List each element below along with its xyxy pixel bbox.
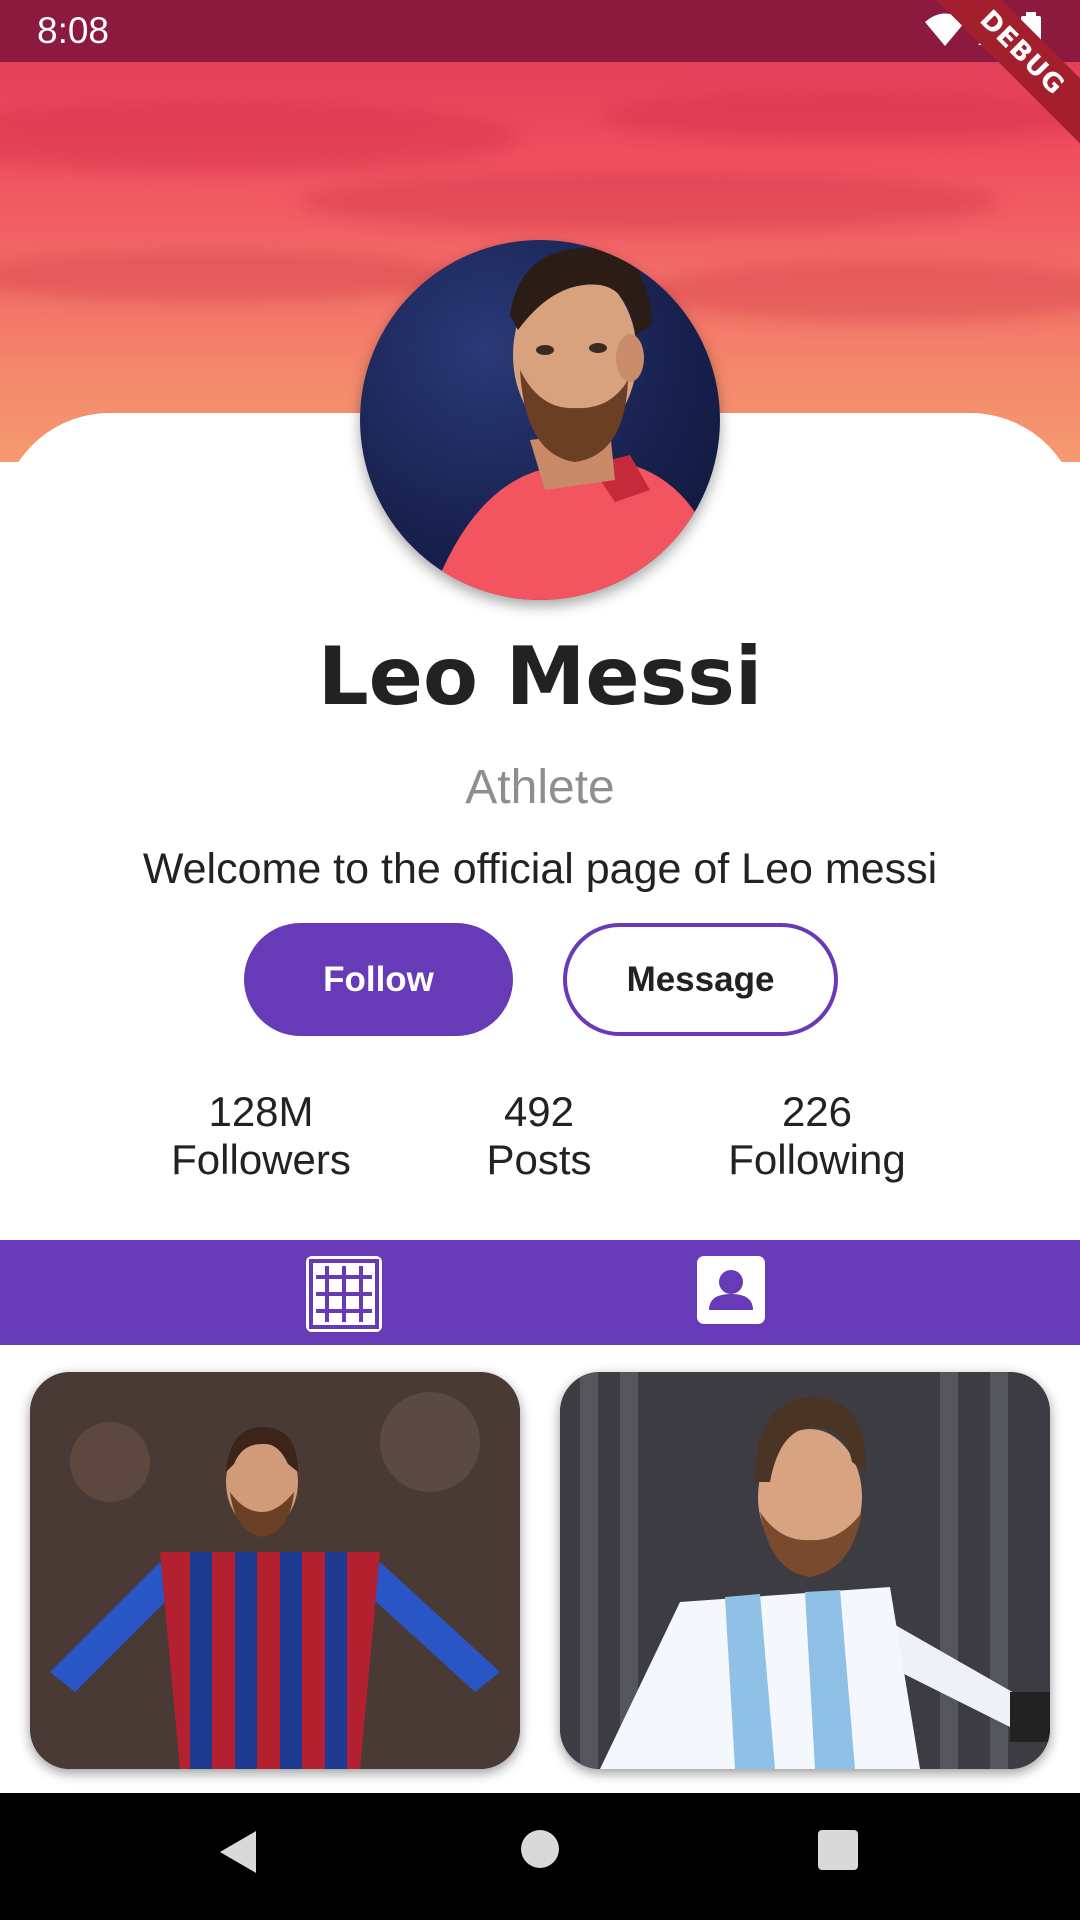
stat-label: Posts — [486, 1136, 592, 1183]
status-time: 8:08 — [37, 10, 110, 51]
grid-icon — [306, 1256, 382, 1332]
stat-value: 128M — [208, 1088, 314, 1135]
stat-posts[interactable]: 492 Posts — [409, 1088, 669, 1184]
recents-icon[interactable] — [817, 1829, 859, 1871]
stat-value: 226 — [781, 1088, 853, 1135]
status-bar: 8:08 — [0, 0, 1080, 62]
tab-bar — [0, 1240, 1080, 1345]
message-button[interactable]: Message — [563, 923, 838, 1036]
stat-value: 492 — [503, 1088, 575, 1135]
profile-bio: Welcome to the official page of Leo mess… — [142, 845, 938, 893]
system-nav-bar — [0, 1793, 1080, 1920]
photo-player-barcelona — [30, 1372, 520, 1769]
stat-label: Following — [728, 1136, 906, 1183]
home-icon[interactable] — [520, 1829, 560, 1869]
profile-role: Athlete — [465, 761, 615, 814]
post-photo[interactable] — [560, 1372, 1050, 1769]
avatar-portrait — [430, 247, 720, 600]
tab-contact[interactable] — [695, 1254, 775, 1334]
stat-label: Followers — [171, 1136, 351, 1183]
photo-player-argentina — [560, 1372, 1050, 1769]
back-icon[interactable] — [218, 1829, 258, 1875]
tab-grid[interactable] — [304, 1254, 384, 1334]
follow-button[interactable]: Follow — [244, 923, 513, 1036]
stat-followers[interactable]: 128M Followers — [131, 1088, 391, 1184]
stat-following[interactable]: 226 Following — [687, 1088, 947, 1184]
profile-name: Leo Messi — [317, 630, 763, 723]
post-photo[interactable] — [30, 1372, 520, 1769]
contact-icon — [697, 1256, 765, 1324]
avatar — [360, 240, 720, 600]
